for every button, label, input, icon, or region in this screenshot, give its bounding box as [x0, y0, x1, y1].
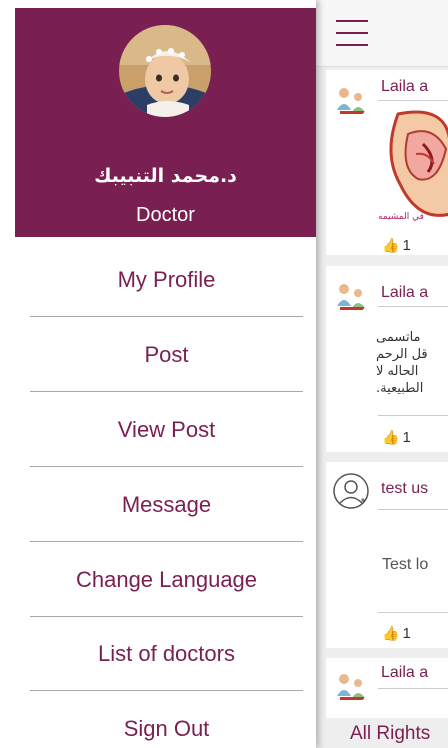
author-avatar-icon: [332, 276, 370, 314]
thumbs-up-icon[interactable]: 👍: [382, 237, 399, 254]
post-author[interactable]: Laila a: [381, 664, 428, 682]
author-avatar-icon: [332, 80, 370, 118]
menu-item-sign-out[interactable]: Sign Out: [30, 692, 303, 748]
menu-item-post[interactable]: Post: [30, 318, 303, 392]
app-screen: Laila a في المشيمه 👍 1 Laila a ماتسمى قل…: [0, 0, 448, 748]
drawer-header: د.محمد التنبيبك Doctor: [15, 8, 316, 237]
footer-copyright: All Rights: [350, 723, 431, 744]
menu-item-label: Change Language: [75, 567, 258, 592]
menu-item-label: List of doctors: [98, 641, 235, 666]
post-author[interactable]: test us: [381, 480, 428, 498]
menu-item-label: My Profile: [117, 267, 216, 292]
post-card[interactable]: Laila a ماتسمى قل الرحم الحاله لا الطبيع…: [326, 266, 448, 452]
post-feed: Laila a في المشيمه 👍 1 Laila a ماتسمى قل…: [316, 0, 448, 748]
user-role: Doctor: [136, 204, 195, 226]
post-card[interactable]: Laila a في المشيمه 👍 1: [326, 70, 448, 255]
text-divider: [378, 612, 448, 613]
profile-photo[interactable]: [119, 25, 211, 117]
post-text-line: الحاله لا: [376, 364, 419, 379]
like-row[interactable]: 👍 1: [382, 428, 411, 446]
user-name: د.محمد التنبيبك: [94, 165, 237, 187]
default-user-avatar-icon: [332, 472, 370, 510]
like-row[interactable]: 👍 1: [382, 624, 411, 642]
menu-divider: [30, 391, 303, 392]
menu-item-change-language[interactable]: Change Language: [30, 543, 303, 617]
author-divider: [378, 306, 448, 307]
post-author[interactable]: Laila a: [381, 78, 428, 96]
like-count: 1: [402, 428, 411, 446]
menu-divider: [30, 541, 303, 542]
image-caption: في المشيمه: [378, 212, 424, 222]
navigation-drawer: د.محمد التنبيبك Doctor My Profile Post V…: [0, 0, 316, 748]
text-divider: [378, 415, 448, 416]
thumbs-up-icon[interactable]: 👍: [382, 625, 399, 642]
post-text-line: الطبيعية.: [376, 381, 424, 396]
author-divider: [378, 100, 448, 101]
post-card[interactable]: test us Test lo 👍 1: [326, 462, 448, 648]
menu-item-label: Post: [144, 342, 189, 367]
menu-item-label: View Post: [117, 417, 216, 442]
like-row[interactable]: 👍 1: [382, 236, 411, 254]
menu-divider: [30, 466, 303, 467]
author-divider: [378, 509, 448, 510]
menu-divider: [30, 316, 303, 317]
thumbs-up-icon[interactable]: 👍: [382, 429, 399, 446]
post-image[interactable]: في المشيمه: [378, 104, 448, 232]
menu-item-list-of-doctors[interactable]: List of doctors: [30, 617, 303, 691]
menu-item-view-post[interactable]: View Post: [30, 393, 303, 467]
top-bar: [316, 0, 448, 67]
author-avatar-icon: [332, 666, 370, 704]
menu-item-label: Message: [121, 492, 212, 517]
post-author[interactable]: Laila a: [381, 284, 428, 302]
like-count: 1: [402, 624, 411, 642]
menu-item-label: Sign Out: [123, 716, 210, 741]
like-count: 1: [402, 236, 411, 254]
post-card[interactable]: Laila a: [326, 658, 448, 718]
menu-item-message[interactable]: Message: [30, 468, 303, 542]
menu-divider: [30, 690, 303, 691]
post-text-line: قل الرحم: [376, 347, 428, 362]
post-text-line: ماتسمى: [376, 330, 421, 345]
menu-item-my-profile[interactable]: My Profile: [30, 243, 303, 317]
author-divider: [378, 688, 448, 689]
hamburger-menu-icon[interactable]: [336, 20, 368, 46]
post-text: Test lo: [382, 556, 429, 573]
